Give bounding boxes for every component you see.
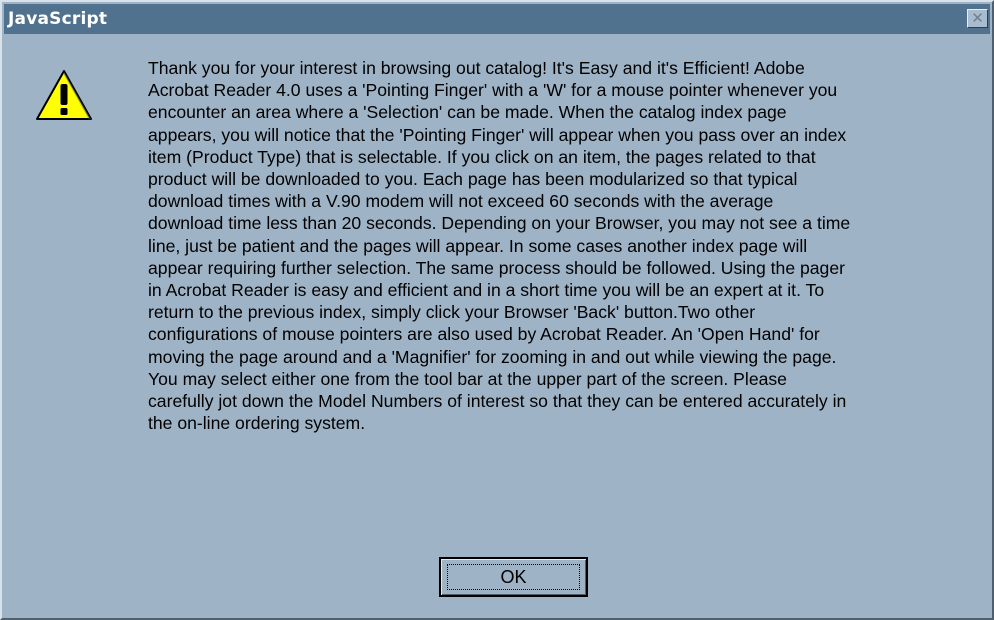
dialog-title: JavaScript [8,9,108,29]
javascript-alert-dialog: JavaScript ✕ Thank you for your interest… [0,0,994,620]
close-icon: ✕ [971,9,984,27]
ok-button-label: OK [500,566,527,587]
ok-button[interactable]: OK [439,557,588,597]
warning-icon [36,70,92,120]
title-bar[interactable]: JavaScript ✕ [4,4,990,34]
alert-message: Thank you for your interest in browsing … [148,58,851,434]
close-button[interactable]: ✕ [967,9,988,28]
